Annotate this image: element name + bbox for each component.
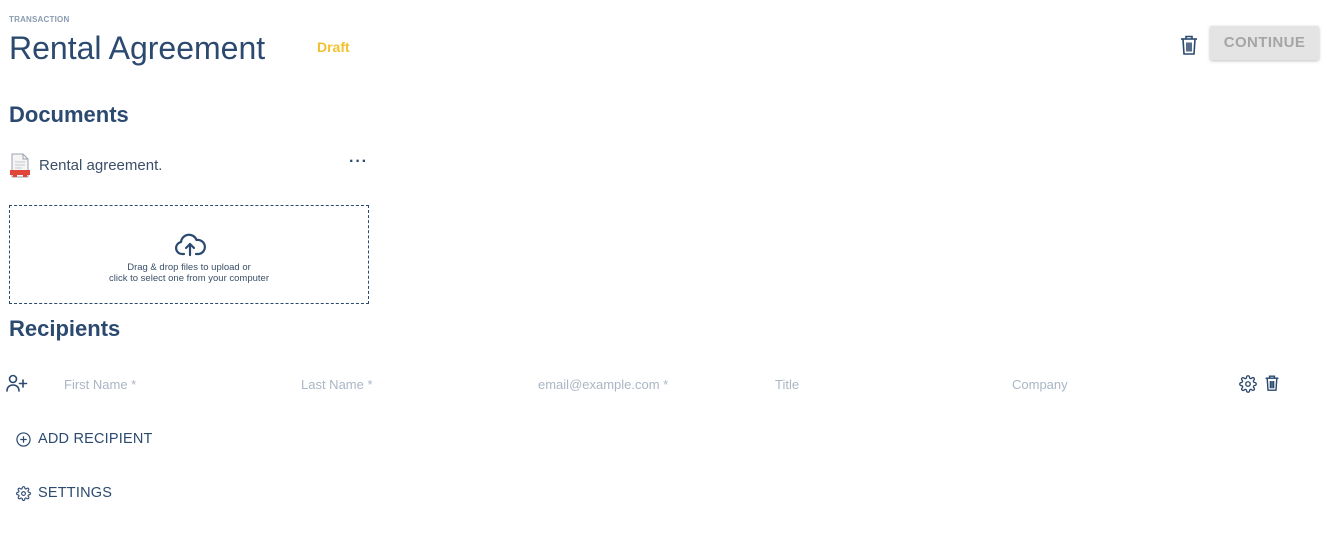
- company-field[interactable]: [1012, 375, 1212, 393]
- page-title: Rental Agreement: [9, 30, 266, 66]
- document-menu-button[interactable]: ···: [349, 153, 368, 171]
- add-person-icon: [6, 374, 28, 392]
- recipients-heading: Recipients: [9, 316, 121, 341]
- dropzone-text-line2: click to select one from your computer: [109, 273, 269, 284]
- document-row[interactable]: Rental agreement. ···: [9, 153, 371, 181]
- cloud-upload-icon: [174, 233, 206, 257]
- add-recipient-label: ADD RECIPIENT: [38, 431, 153, 447]
- trash-icon[interactable]: [1179, 34, 1199, 56]
- continue-button[interactable]: CONTINUE: [1210, 26, 1319, 60]
- title-field[interactable]: [775, 375, 995, 393]
- last-name-field[interactable]: [301, 375, 521, 393]
- gear-icon[interactable]: [1239, 375, 1257, 393]
- documents-heading: Documents: [9, 102, 129, 127]
- plus-circle-icon: [16, 432, 31, 447]
- add-recipient-button[interactable]: ADD RECIPIENT: [16, 430, 176, 450]
- gear-icon: [16, 486, 31, 501]
- email-field[interactable]: [538, 375, 758, 393]
- upload-dropzone[interactable]: Drag & drop files to upload or click to …: [9, 205, 369, 304]
- dropzone-text-line1: Drag & drop files to upload or: [127, 262, 251, 273]
- status-badge: Draft: [317, 39, 350, 55]
- settings-label: SETTINGS: [38, 485, 113, 501]
- settings-button[interactable]: SETTINGS: [16, 484, 136, 504]
- trash-icon[interactable]: [1264, 374, 1280, 392]
- pdf-file-icon: [9, 153, 31, 179]
- first-name-field[interactable]: [64, 375, 284, 393]
- dropzone-text: Drag & drop files to upload or click to …: [10, 262, 368, 284]
- document-name: Rental agreement.: [39, 157, 163, 174]
- page-eyebrow: TRANSACTION: [9, 15, 70, 24]
